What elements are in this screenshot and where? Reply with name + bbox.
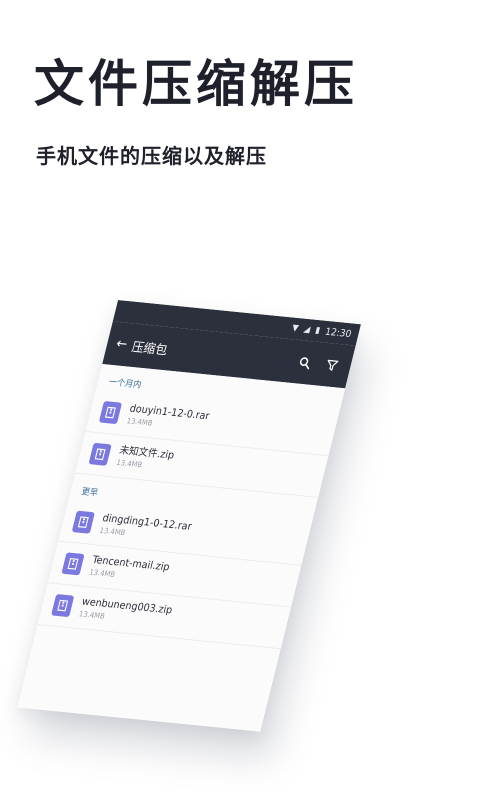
status-time: 12:30	[323, 326, 353, 340]
archive-file-icon	[88, 442, 112, 466]
file-text: douyin1-12-0.rar 13.4MB	[126, 403, 211, 434]
signal-icon: ◢	[302, 324, 312, 335]
back-button[interactable]: ←	[115, 336, 129, 353]
search-icon	[299, 356, 309, 369]
search-button[interactable]	[292, 351, 317, 374]
phone-mockup: ▼ ◢ ▮ 12:30 ← 压缩包 一个月内 douyin1-12-0.rar …	[17, 300, 361, 732]
file-text: wenbuneng003.zip 13.4MB	[78, 596, 173, 628]
filter-button[interactable]	[319, 353, 344, 376]
archive-file-icon	[98, 400, 123, 425]
file-text: dingding1-0-12.rar 13.4MB	[99, 513, 193, 545]
hero-subtitle: 手机文件的压缩以及解压	[36, 144, 267, 168]
archive-file-icon	[71, 510, 95, 534]
archive-file-icon	[51, 594, 75, 618]
file-text: Tencent-mail.zip 13.4MB	[88, 554, 170, 584]
file-list: 一个月内 douyin1-12-0.rar 13.4MB 未知文件.zip 13…	[17, 364, 346, 732]
archive-file-icon	[61, 552, 85, 576]
arrow-left-icon: ←	[114, 335, 129, 353]
app-title: 压缩包	[130, 339, 169, 358]
filter-icon	[327, 359, 339, 371]
battery-icon: ▮	[314, 325, 322, 336]
hero-title: 文件压缩解压	[34, 55, 358, 113]
wifi-icon: ▼	[291, 323, 300, 334]
file-text: 未知文件.zip 13.4MB	[115, 445, 175, 473]
